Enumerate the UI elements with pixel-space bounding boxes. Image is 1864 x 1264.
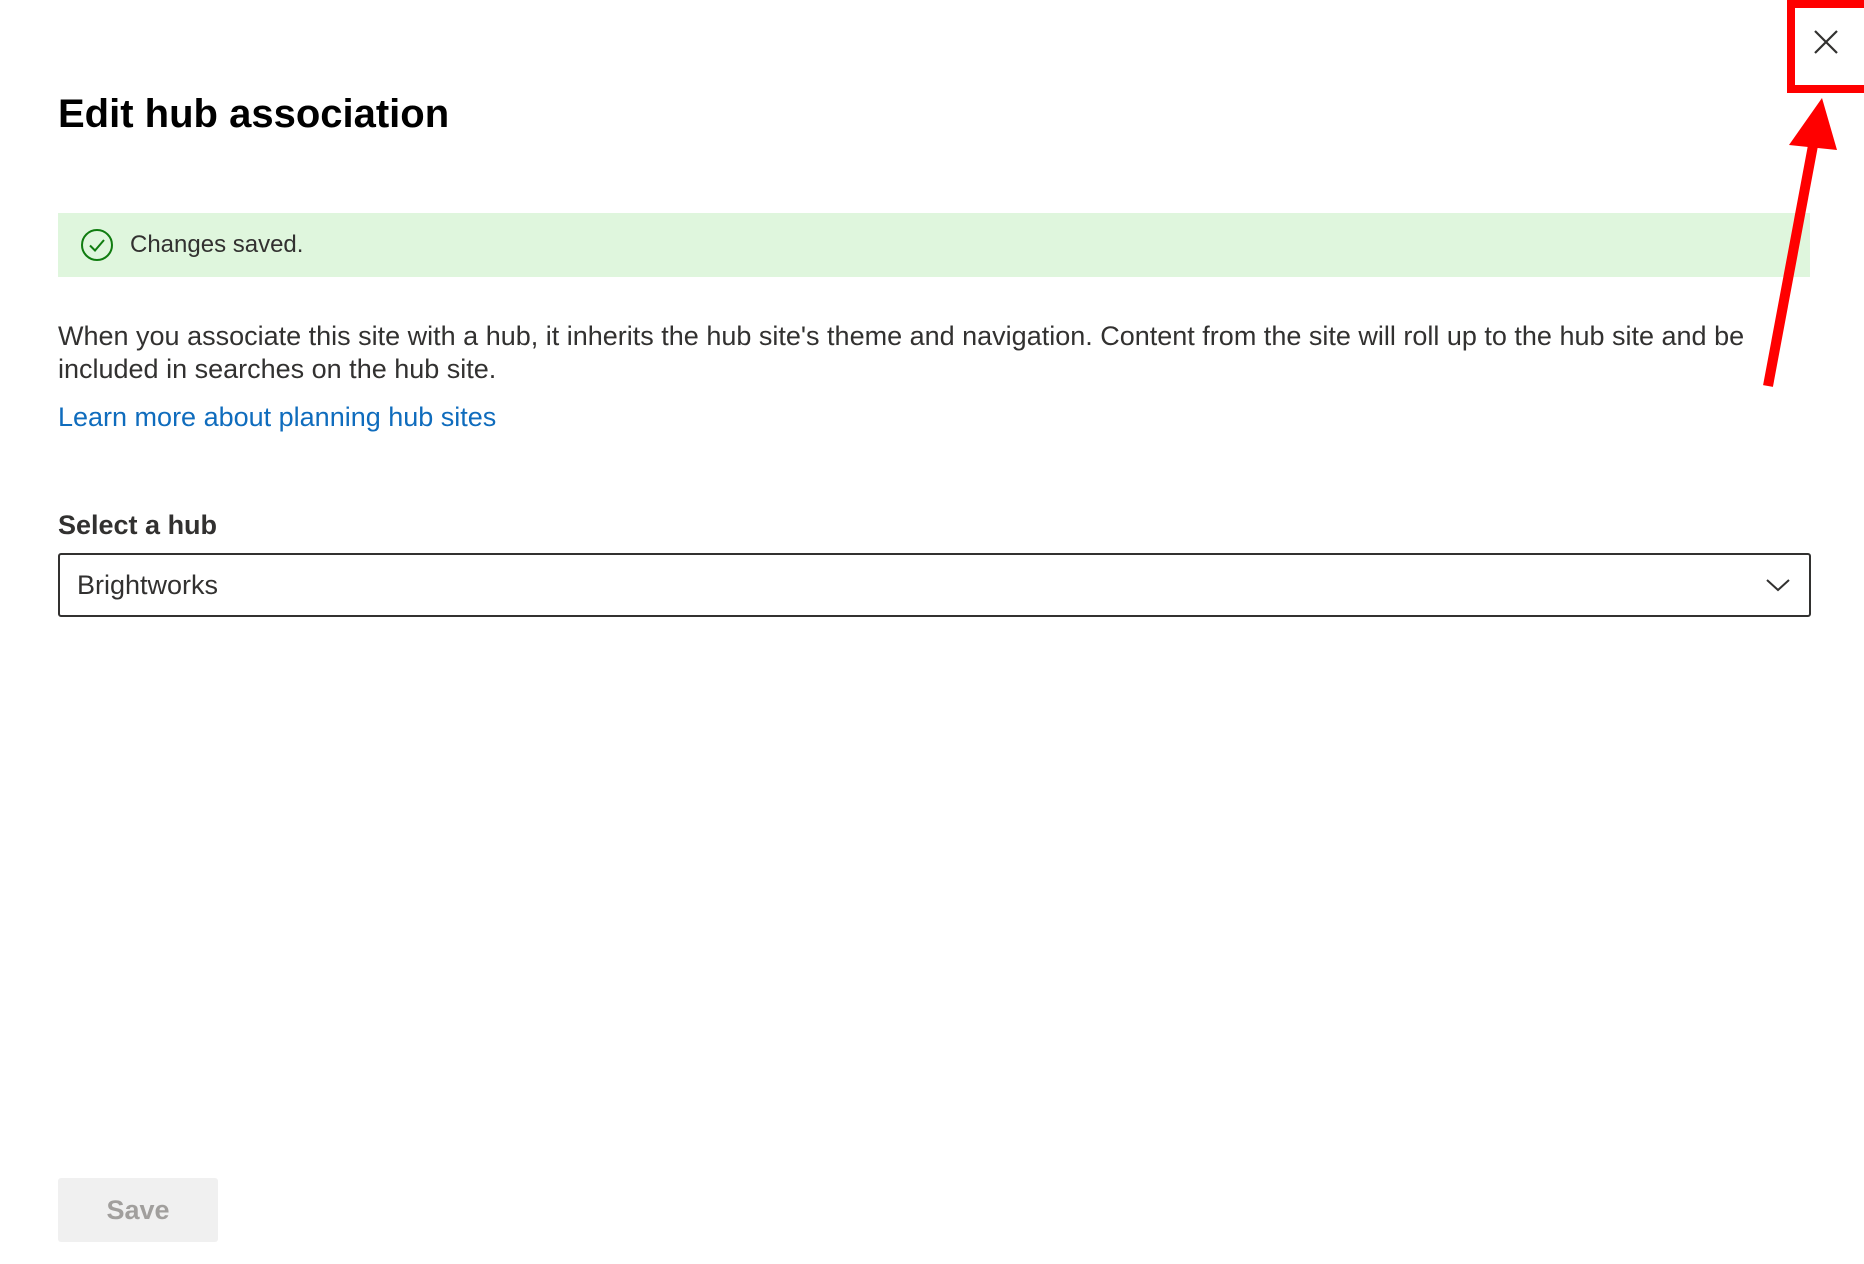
hub-description: When you associate this site with a hub,… bbox=[58, 321, 1745, 384]
banner-message: Changes saved. bbox=[130, 231, 304, 258]
select-hub-label: Select a hub bbox=[58, 510, 218, 540]
hub-dropdown[interactable]: Brightworks bbox=[58, 553, 1811, 617]
hub-dropdown-value: Brightworks bbox=[77, 569, 219, 600]
success-banner: Changes saved. bbox=[58, 213, 1810, 277]
save-button[interactable]: Save bbox=[58, 1178, 218, 1242]
annotation-arrow bbox=[1763, 98, 1837, 387]
chevron-down-icon bbox=[1763, 570, 1793, 600]
panel-title: Edit hub association bbox=[58, 92, 450, 136]
check-circle-icon bbox=[80, 228, 114, 262]
close-icon bbox=[1814, 30, 1838, 54]
close-button[interactable] bbox=[1800, 12, 1852, 72]
learn-more-link[interactable]: Learn more about planning hub sites bbox=[58, 402, 496, 433]
edit-hub-association-panel: Edit hub association Changes saved. When… bbox=[0, 0, 1864, 1264]
